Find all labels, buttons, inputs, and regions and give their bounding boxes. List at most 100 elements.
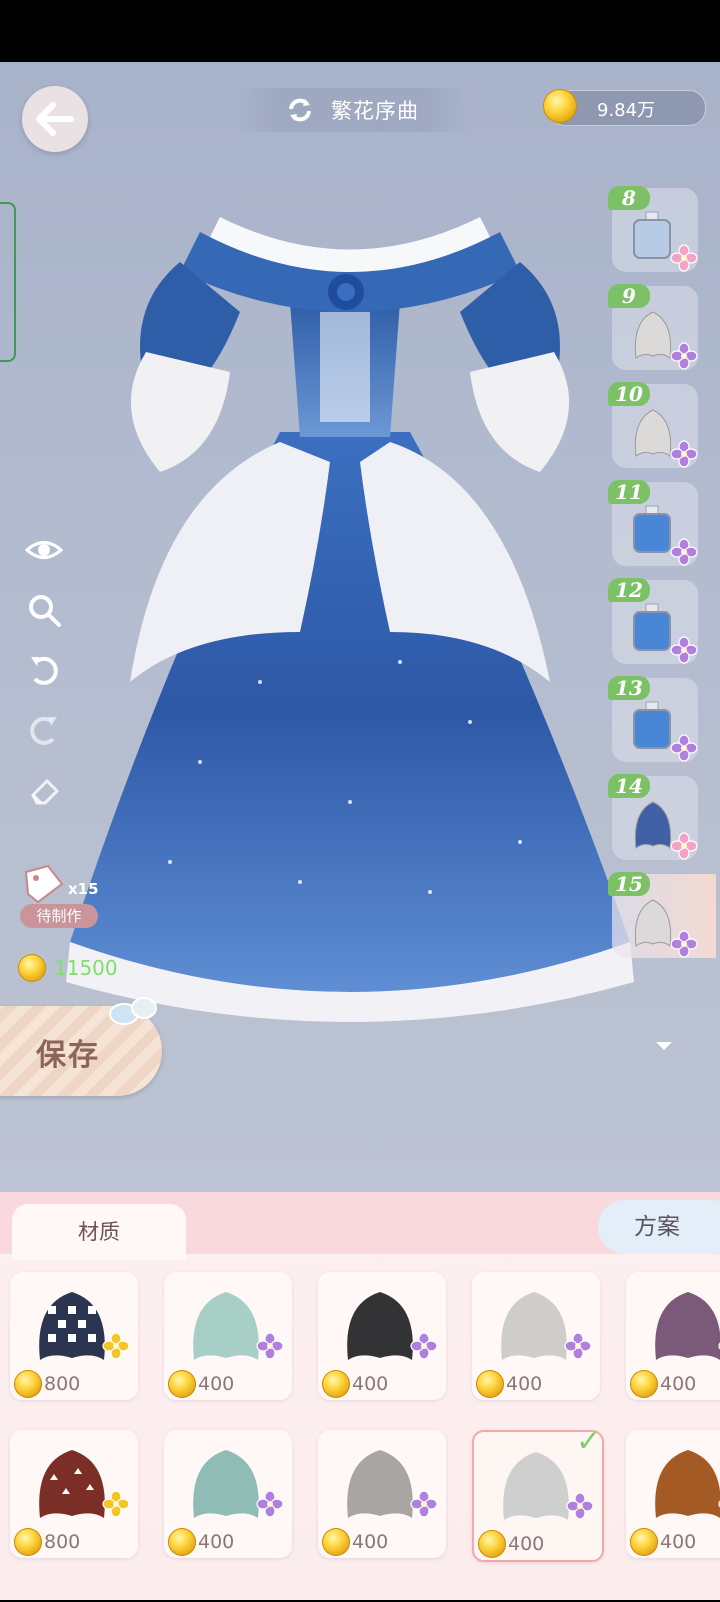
rarity-flower-icon bbox=[670, 342, 698, 370]
material-card[interactable]: 400 ✓ bbox=[472, 1424, 604, 1562]
material-price: 400 bbox=[322, 1528, 388, 1556]
price-value: 400 bbox=[352, 1531, 389, 1553]
material-card[interactable]: 400 bbox=[164, 1430, 292, 1558]
back-button[interactable] bbox=[22, 86, 88, 152]
price-value: 400 bbox=[352, 1373, 389, 1395]
material-card[interactable]: 400 bbox=[164, 1272, 292, 1400]
eye-icon[interactable] bbox=[24, 530, 64, 570]
gold-coin-icon bbox=[14, 1528, 42, 1556]
gold-coin-icon bbox=[543, 89, 577, 123]
step-list: 8 9 10 11 12 13 14 15 bbox=[600, 152, 720, 1022]
fabric-swatch-icon bbox=[655, 1292, 720, 1360]
step-item[interactable]: 11 bbox=[608, 480, 698, 566]
fabric-swatch-icon bbox=[193, 1450, 259, 1518]
rarity-flower-icon bbox=[410, 1490, 438, 1518]
total-cost: 11500 bbox=[18, 954, 118, 982]
rarity-flower-icon bbox=[102, 1490, 130, 1518]
material-price: 800 bbox=[14, 1528, 80, 1556]
save-label: 保存 bbox=[36, 1038, 100, 1073]
bottle-light-icon bbox=[633, 211, 671, 259]
rarity-flower-icon bbox=[256, 1332, 284, 1360]
price-value: 400 bbox=[198, 1373, 235, 1395]
bottle-blue-icon bbox=[633, 603, 671, 651]
rarity-flower-icon bbox=[102, 1332, 130, 1360]
gold-coin-icon bbox=[18, 954, 46, 982]
fabric-swatch-icon bbox=[39, 1292, 105, 1360]
fabric-swatch-icon bbox=[193, 1292, 259, 1360]
gold-coin-icon bbox=[14, 1370, 42, 1398]
total-cost-value: 11500 bbox=[54, 956, 118, 980]
material-price: 400 bbox=[168, 1528, 234, 1556]
rarity-flower-icon bbox=[670, 440, 698, 468]
gold-coin-icon bbox=[322, 1370, 350, 1398]
tool-column bbox=[24, 530, 68, 830]
step-number: 12 bbox=[608, 578, 650, 602]
material-price: 400 bbox=[476, 1370, 542, 1398]
rarity-flower-icon bbox=[670, 244, 698, 272]
pending-craft-badge[interactable]: x15 待制作 bbox=[20, 864, 100, 932]
gold-coin-icon bbox=[630, 1528, 658, 1556]
material-card[interactable]: 400 bbox=[626, 1430, 720, 1558]
step-item[interactable]: 14 bbox=[608, 774, 698, 860]
price-value: 400 bbox=[506, 1373, 543, 1395]
price-value: 800 bbox=[44, 1531, 81, 1553]
selected-check-icon: ✓ bbox=[576, 1424, 602, 1459]
material-card[interactable]: 400 bbox=[318, 1430, 446, 1558]
design-title: 繁花序曲 bbox=[331, 99, 419, 123]
material-card[interactable]: 800 bbox=[10, 1272, 138, 1400]
currency-display[interactable]: 9.84万 bbox=[543, 89, 706, 126]
left-drawer-tab[interactable] bbox=[0, 202, 16, 362]
price-value: 400 bbox=[198, 1531, 235, 1553]
status-bar bbox=[0, 0, 720, 62]
preview-stage: 繁花序曲 9.84万 x15 待制作 11500 保存 8 9 10 11 12… bbox=[0, 62, 720, 1192]
price-value: 800 bbox=[44, 1373, 81, 1395]
eraser-icon[interactable] bbox=[24, 770, 64, 810]
material-card[interactable]: 400 bbox=[318, 1272, 446, 1400]
fabric-swatch-icon bbox=[501, 1292, 567, 1360]
fabric-swatch-icon bbox=[347, 1292, 413, 1360]
gold-coin-icon bbox=[630, 1370, 658, 1398]
fabric-swatch-icon bbox=[347, 1450, 413, 1518]
zoom-icon[interactable] bbox=[24, 590, 64, 630]
step-item[interactable]: 10 bbox=[608, 382, 698, 468]
step-item[interactable]: 9 bbox=[608, 284, 698, 370]
step-number: 11 bbox=[608, 480, 650, 504]
material-card[interactable]: 400 bbox=[626, 1272, 720, 1400]
dress-preview-image bbox=[66, 217, 634, 1022]
craft-label: 待制作 bbox=[20, 904, 98, 928]
tab-material[interactable]: 材质 bbox=[12, 1204, 186, 1260]
undo-icon[interactable] bbox=[24, 650, 64, 690]
step-item[interactable]: 13 bbox=[608, 676, 698, 762]
material-card[interactable]: 800 bbox=[10, 1430, 138, 1558]
material-price: 400 bbox=[630, 1370, 696, 1398]
save-button[interactable]: 保存 bbox=[0, 997, 162, 1096]
rarity-flower-icon bbox=[564, 1332, 592, 1360]
price-value: 400 bbox=[660, 1531, 697, 1553]
tab-plan[interactable]: 方案 bbox=[598, 1200, 720, 1254]
design-title-bar[interactable]: 繁花序曲 bbox=[236, 88, 468, 132]
step-item[interactable]: 12 bbox=[608, 578, 698, 664]
material-price: 400 bbox=[630, 1528, 696, 1556]
rarity-flower-icon bbox=[670, 832, 698, 860]
material-price: 800 bbox=[14, 1370, 80, 1398]
material-price: 400 bbox=[322, 1370, 388, 1398]
material-card[interactable]: 400 bbox=[472, 1272, 600, 1400]
step-item[interactable]: 15 bbox=[608, 872, 716, 958]
refresh-icon[interactable] bbox=[285, 95, 315, 125]
step-number: 9 bbox=[608, 284, 650, 308]
rarity-flower-icon bbox=[670, 930, 698, 958]
fabric-swatch-icon bbox=[39, 1450, 105, 1518]
gold-coin-icon bbox=[168, 1528, 196, 1556]
step-item[interactable]: 8 bbox=[608, 186, 698, 272]
rarity-flower-icon bbox=[256, 1490, 284, 1518]
currency-amount: 9.84万 bbox=[597, 100, 656, 121]
rarity-flower-icon bbox=[410, 1332, 438, 1360]
material-price: 400 bbox=[168, 1370, 234, 1398]
gold-coin-icon bbox=[476, 1370, 504, 1398]
scroll-down-indicator-icon[interactable] bbox=[656, 1042, 672, 1050]
fabric-swatch-icon bbox=[503, 1452, 569, 1520]
gold-coin-icon bbox=[168, 1370, 196, 1398]
rarity-flower-icon bbox=[670, 636, 698, 664]
material-grid: 800 400 400 400 400 800 400 400 400 ✓ 40… bbox=[0, 1272, 720, 1602]
redo-icon[interactable] bbox=[24, 710, 64, 750]
